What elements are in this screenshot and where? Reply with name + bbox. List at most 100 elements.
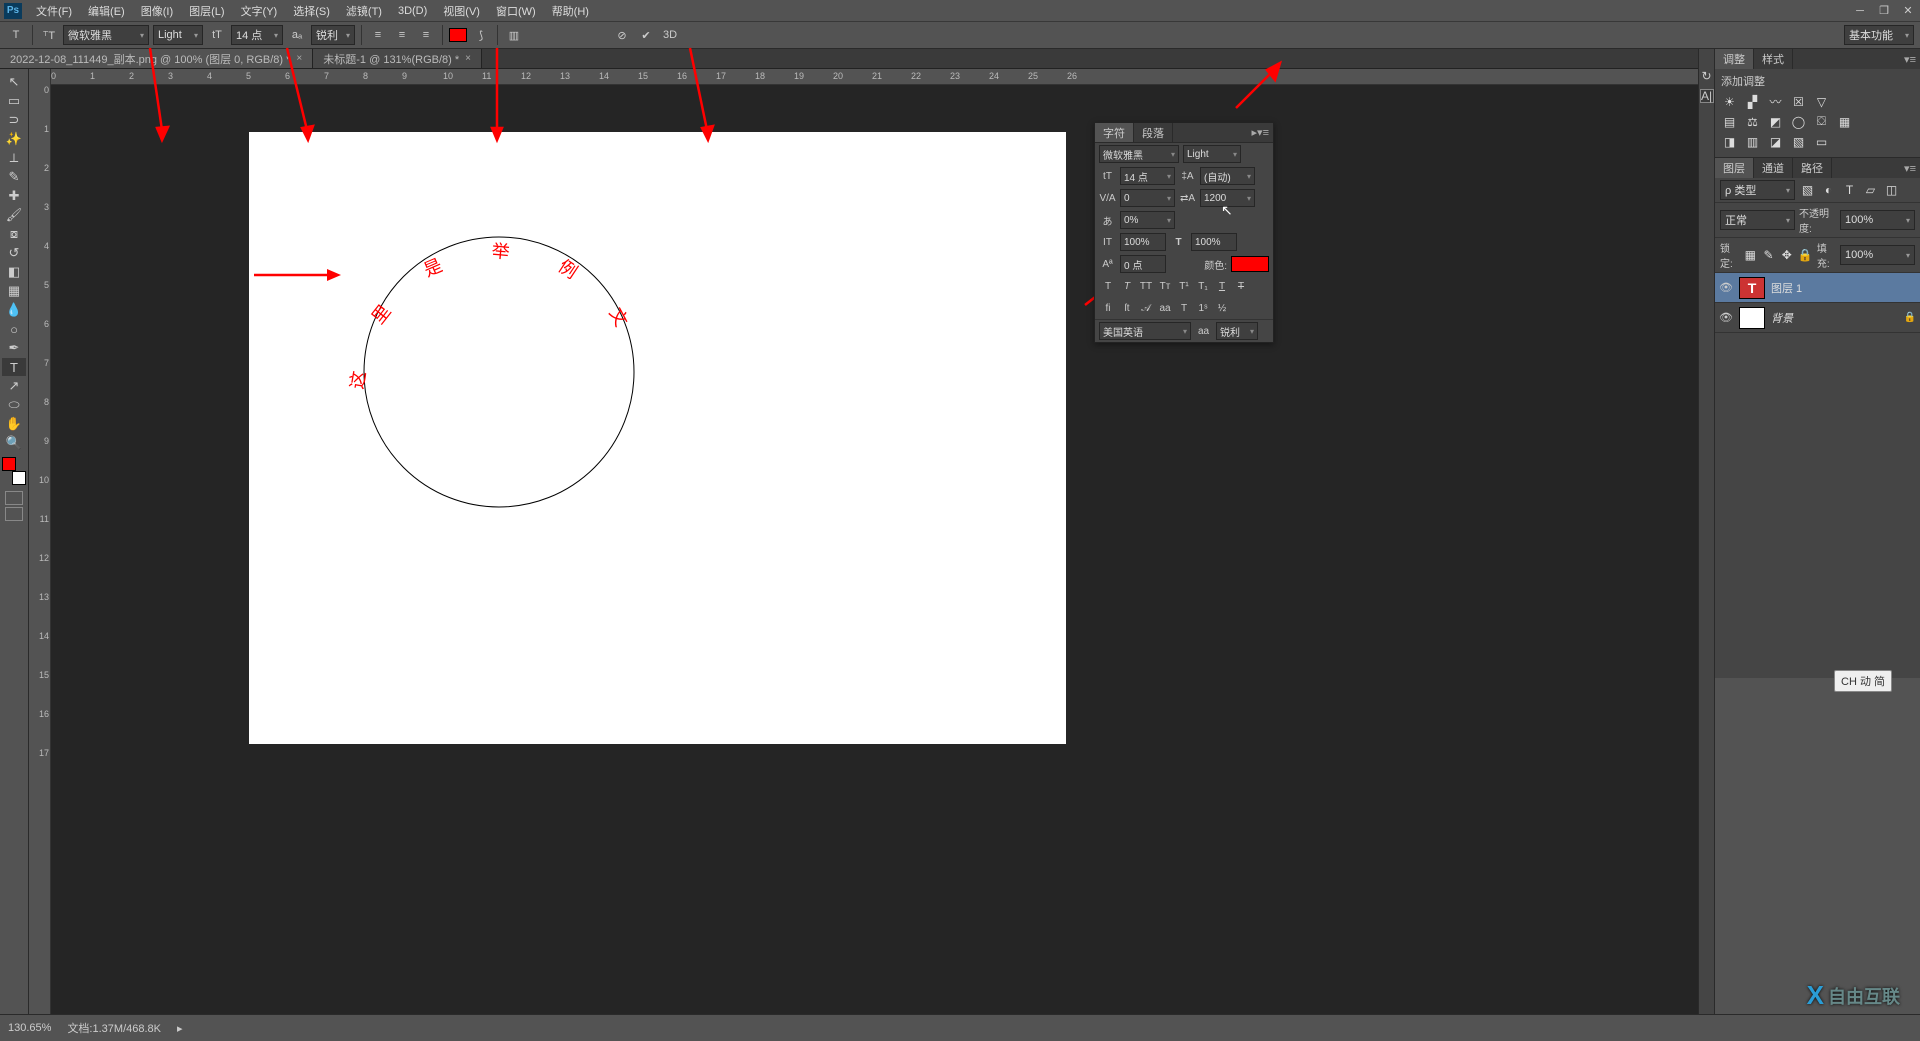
font-size-dropdown[interactable]: 14 点▾: [231, 25, 283, 45]
ot-titling-icon[interactable]: T: [1176, 300, 1192, 316]
menu-edit[interactable]: 编辑(E): [80, 0, 133, 21]
char-size-input[interactable]: 14 点▾: [1120, 167, 1175, 185]
panel-menu-icon[interactable]: ▾≡: [1900, 53, 1920, 66]
threshold-icon[interactable]: ◪: [1767, 133, 1784, 150]
stamp-tool-icon[interactable]: ⧇: [2, 225, 26, 243]
move-tool-icon[interactable]: ↖: [2, 73, 26, 91]
char-aa-dropdown[interactable]: 锐利▾: [1216, 322, 1258, 340]
filter-smart-icon[interactable]: ◫: [1883, 182, 1900, 199]
vibrance-icon[interactable]: ▽: [1813, 93, 1830, 110]
minimize-icon[interactable]: ─: [1848, 1, 1872, 21]
workspace-dropdown[interactable]: 基本功能▾: [1844, 25, 1914, 45]
smallcaps-icon[interactable]: Tᴛ: [1157, 278, 1173, 294]
opacity-input[interactable]: 100%▾: [1840, 210, 1915, 230]
path-select-icon[interactable]: ↗: [2, 377, 26, 395]
visibility-icon[interactable]: 👁: [1719, 281, 1733, 295]
brush-tool-icon[interactable]: 🖌: [2, 206, 26, 224]
doc-size[interactable]: 文档:1.37M/468.8K: [67, 1020, 161, 1036]
canvas-holder[interactable]: 这 里 是 举 例 文 字 内 容: [51, 85, 1698, 1014]
fill-input[interactable]: 100%▾: [1840, 245, 1915, 265]
tab-layers[interactable]: 图层: [1715, 158, 1754, 178]
foreground-color[interactable]: [2, 457, 16, 471]
hand-tool-icon[interactable]: ✋: [2, 415, 26, 433]
menu-type[interactable]: 文字(Y): [233, 0, 286, 21]
ot-swash-icon[interactable]: 𝒜: [1138, 300, 1154, 316]
lock-trans-icon[interactable]: ▦: [1743, 247, 1757, 264]
char-scale-input[interactable]: 0%▾: [1120, 211, 1175, 229]
tab-adjustments[interactable]: 调整: [1715, 49, 1754, 69]
healing-tool-icon[interactable]: ✚: [2, 187, 26, 205]
ot-alt-icon[interactable]: aa: [1157, 300, 1173, 316]
brightness-icon[interactable]: ☀: [1721, 93, 1738, 110]
allcaps-icon[interactable]: TT: [1138, 278, 1154, 294]
history-panel-icon[interactable]: ↻: [1700, 69, 1714, 83]
layer-name[interactable]: 背景: [1771, 310, 1793, 326]
pen-tool-icon[interactable]: ✒: [2, 339, 26, 357]
align-left-icon[interactable]: ≡: [368, 25, 388, 45]
mixer-icon[interactable]: ⛋: [1813, 113, 1830, 130]
superscript-icon[interactable]: T¹: [1176, 278, 1192, 294]
align-right-icon[interactable]: ≡: [416, 25, 436, 45]
antialias-dropdown[interactable]: 锐利▾: [311, 25, 355, 45]
blend-mode-dropdown[interactable]: 正常▾: [1720, 210, 1795, 230]
posterize-icon[interactable]: ▥: [1744, 133, 1761, 150]
menu-window[interactable]: 窗口(W): [488, 0, 544, 21]
layer-thumb[interactable]: [1739, 307, 1765, 329]
align-center-icon[interactable]: ≡: [392, 25, 412, 45]
background-color[interactable]: [12, 471, 26, 485]
ot-st-icon[interactable]: ſt: [1119, 300, 1135, 316]
screenmode-icon[interactable]: [5, 507, 23, 521]
dodge-tool-icon[interactable]: ○: [2, 320, 26, 338]
ot-fi-icon[interactable]: fi: [1100, 300, 1116, 316]
photo-filter-icon[interactable]: ◯: [1790, 113, 1807, 130]
lock-all-icon[interactable]: 🔒: [1798, 247, 1813, 264]
gradient-tool-icon[interactable]: ▦: [2, 282, 26, 300]
tab-close-icon[interactable]: ×: [296, 53, 302, 64]
lock-paint-icon[interactable]: ✎: [1761, 247, 1775, 264]
commit-edit-icon[interactable]: ✔: [636, 25, 656, 45]
character-panel[interactable]: 字符 段落 ▸▾≡ 微软雅黑▾ Light▾ tT 14 点▾ ‡A (自动)▾…: [1094, 122, 1274, 343]
document-canvas[interactable]: 这 里 是 举 例 文 字 内 容: [249, 132, 1066, 744]
tab-channels[interactable]: 通道: [1754, 158, 1793, 178]
panels-toggle-icon[interactable]: ▥: [504, 25, 524, 45]
3d-text-icon[interactable]: 3D: [660, 25, 680, 45]
text-color-swatch[interactable]: [449, 28, 467, 42]
layer-thumb[interactable]: T: [1739, 277, 1765, 299]
type-tool-icon[interactable]: T: [2, 358, 26, 376]
lock-pos-icon[interactable]: ✥: [1780, 247, 1794, 264]
char-vscale-input[interactable]: 100%: [1120, 233, 1166, 251]
quickmask-icon[interactable]: [5, 491, 23, 505]
filter-pixel-icon[interactable]: ▧: [1799, 182, 1816, 199]
shape-tool-icon[interactable]: ⬭: [2, 396, 26, 414]
tab-paragraph[interactable]: 段落: [1134, 123, 1173, 142]
wand-tool-icon[interactable]: ✨: [2, 130, 26, 148]
font-weight-dropdown[interactable]: Light▾: [153, 25, 203, 45]
tab-paths[interactable]: 路径: [1793, 158, 1832, 178]
layer-filter-dropdown[interactable]: ρ 类型▾: [1720, 180, 1795, 200]
tab-close-icon[interactable]: ×: [465, 53, 471, 64]
menu-help[interactable]: 帮助(H): [544, 0, 597, 21]
hue-icon[interactable]: ▤: [1721, 113, 1738, 130]
lasso-tool-icon[interactable]: ⊃: [2, 111, 26, 129]
character-panel-icon[interactable]: A|: [1700, 89, 1714, 103]
marquee-tool-icon[interactable]: ▭: [2, 92, 26, 110]
char-color-swatch[interactable]: [1231, 256, 1269, 272]
document-tab[interactable]: 未标题-1 @ 131%(RGB/8) *×: [313, 49, 482, 68]
filter-text-icon[interactable]: T: [1841, 182, 1858, 199]
underline-icon[interactable]: T: [1214, 278, 1230, 294]
cancel-edit-icon[interactable]: ⊘: [612, 25, 632, 45]
char-weight-dropdown[interactable]: Light▾: [1183, 145, 1241, 163]
exposure-icon[interactable]: ☒: [1790, 93, 1807, 110]
ot-ordinal-icon[interactable]: 1ˢ: [1195, 300, 1211, 316]
filter-adjust-icon[interactable]: ◐: [1820, 182, 1837, 199]
zoom-tool-icon[interactable]: 🔍: [2, 434, 26, 452]
invert-icon[interactable]: ◨: [1721, 133, 1738, 150]
menu-filter[interactable]: 滤镜(T): [338, 0, 390, 21]
menu-view[interactable]: 视图(V): [435, 0, 488, 21]
visibility-icon[interactable]: 👁: [1719, 311, 1733, 325]
faux-italic-icon[interactable]: T: [1119, 278, 1135, 294]
ot-fraction-icon[interactable]: ½: [1214, 300, 1230, 316]
text-orientation-icon[interactable]: ⸆T: [39, 25, 59, 45]
text-tool-preset-icon[interactable]: T: [6, 25, 26, 45]
menu-3d[interactable]: 3D(D): [390, 0, 435, 21]
